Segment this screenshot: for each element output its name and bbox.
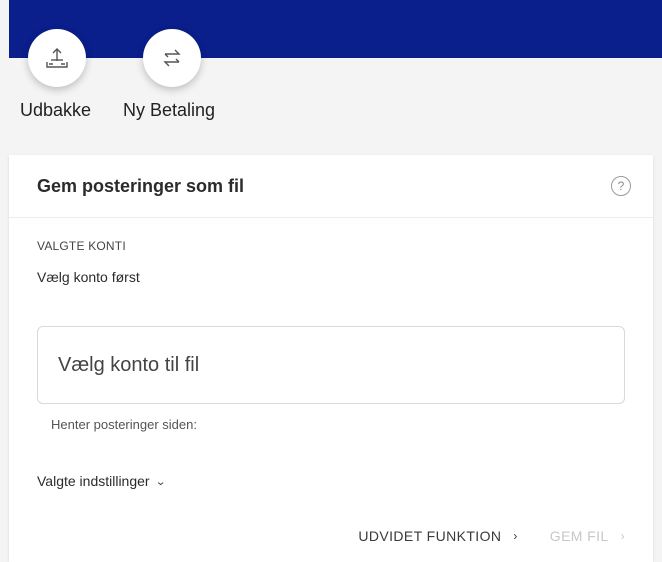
account-select-placeholder: Vælg konto til fil xyxy=(58,354,200,376)
chevron-right-icon: › xyxy=(620,529,625,543)
card-title: Gem posteringer som fil xyxy=(37,176,245,196)
settings-toggle-label: Valgte indstillinger xyxy=(37,473,150,489)
new-payment-button[interactable] xyxy=(143,29,201,87)
save-transactions-card: Gem posteringer som fil ? VALGTE KONTI V… xyxy=(9,155,653,562)
help-icon[interactable]: ? xyxy=(611,176,631,196)
outbox-label[interactable]: Udbakke xyxy=(20,100,91,121)
card-actions: UDVIDET FUNKTION › GEM FIL › xyxy=(358,528,625,544)
account-select-field[interactable]: Vælg konto til fil xyxy=(37,326,625,404)
card-header: Gem posteringer som fil ? xyxy=(9,155,653,218)
selected-accounts-value: Vælg konto først xyxy=(37,269,140,285)
new-payment-label[interactable]: Ny Betaling xyxy=(123,100,215,121)
outbox-icon xyxy=(46,48,68,68)
chevron-right-icon: › xyxy=(513,529,518,543)
outbox-button[interactable] xyxy=(28,29,86,87)
selected-settings-toggle[interactable]: Valgte indstillinger ⌄ xyxy=(37,473,166,489)
top-bar xyxy=(9,0,662,58)
advanced-function-button[interactable]: UDVIDET FUNKTION › xyxy=(358,528,517,544)
advanced-function-label: UDVIDET FUNKTION xyxy=(358,528,502,544)
chevron-down-icon: ⌄ xyxy=(154,475,166,488)
transfer-arrows-icon xyxy=(163,49,181,67)
selected-accounts-label: VALGTE KONTI xyxy=(37,239,126,253)
save-file-button[interactable]: GEM FIL › xyxy=(550,528,625,544)
fetch-since-helper: Henter posteringer siden: xyxy=(51,417,197,432)
save-file-label: GEM FIL xyxy=(549,528,609,544)
